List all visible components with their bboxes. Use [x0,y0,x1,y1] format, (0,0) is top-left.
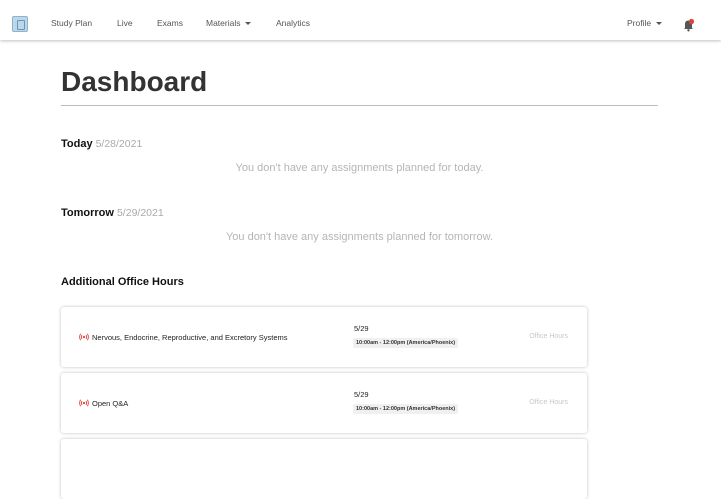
office-hours-card[interactable]: Open Q&A 5/29 10:00am - 12:00pm (America… [61,373,587,433]
card-title: Open Q&A [92,399,129,408]
card-title: Nervous, Endocrine, Reproductive, and Ex… [92,333,288,342]
nav-item-live[interactable]: Live [117,18,133,28]
office-hours-card[interactable]: Nervous, Endocrine, Reproductive, and Ex… [61,307,587,367]
nav-item-label: Exams [157,18,183,28]
card-type: Office Hours [529,399,568,406]
notification-badge [688,18,695,25]
today-date: 5/28/2021 [95,138,143,150]
today-empty-message: You don't have any assignments planned f… [235,162,484,174]
broadcast-icon [79,399,89,407]
bell-icon[interactable] [683,18,695,32]
nav-item-label: Materials [206,18,241,28]
nav-item-label: Live [117,18,133,28]
today-label: Today [61,138,93,150]
page-title: Dashboard [61,66,208,97]
tomorrow-label: Tomorrow [61,207,114,219]
top-navbar: Study Plan Live Exams Materials Analytic… [0,0,721,40]
nav-item-study-plan[interactable]: Study Plan [51,18,92,28]
tomorrow-empty-message: You don't have any assignments planned f… [225,231,494,243]
nav-item-materials[interactable]: Materials [206,18,252,28]
tomorrow-heading: Tomorrow 5/29/2021 [61,207,164,219]
profile-menu[interactable]: Profile [627,18,663,28]
logo-icon[interactable] [12,16,28,32]
nav-item-exams[interactable]: Exams [157,18,183,28]
title-divider [61,105,658,106]
nav-item-analytics[interactable]: Analytics [276,18,310,28]
broadcast-icon [79,333,89,341]
card-time-badge: 10:00am - 12:00pm (America/Phoenix) [353,338,459,348]
chevron-down-icon [656,22,663,25]
chevron-down-icon [245,22,252,25]
today-heading: Today 5/28/2021 [61,138,142,150]
nav-item-label: Study Plan [51,18,93,28]
card-date: 5/29 [354,324,369,333]
card-type: Office Hours [529,333,568,340]
card-date: 5/29 [354,390,369,399]
office-hours-heading: Additional Office Hours [61,276,184,288]
card-time-badge: 10:00am - 12:00pm (America/Phoenix) [353,404,459,414]
tomorrow-date: 5/29/2021 [116,207,164,219]
nav-item-label: Analytics [276,18,311,28]
profile-label: Profile [627,18,652,28]
office-hours-card[interactable] [61,439,587,499]
